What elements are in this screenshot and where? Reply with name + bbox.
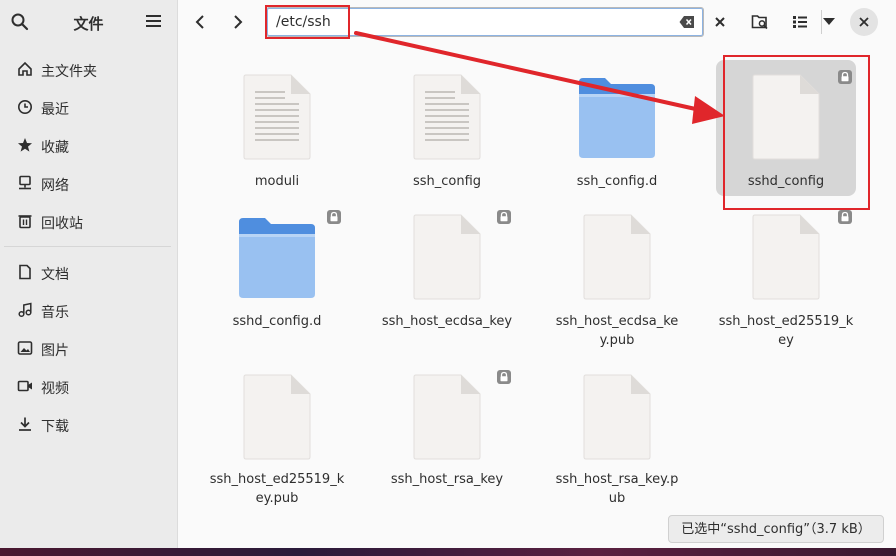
star-icon [17, 137, 33, 153]
file-name: moduli [254, 174, 300, 189]
clock-icon [17, 99, 33, 115]
file-name: ssh_host_ed25519_key [718, 314, 854, 348]
file-icon [583, 214, 651, 300]
file-name: sshd_config.d [232, 314, 322, 329]
sidebar-item-pictures[interactable]: 图片 [0, 330, 176, 366]
lock-icon [497, 210, 511, 224]
desktop-background [0, 548, 896, 556]
file-manager-window: 文件 主文件夹 最近 收藏 网络 回收站 文档 音乐 图片 视频 下载 /etc… [0, 0, 896, 550]
file-item[interactable]: ssh_host_ed25519_key [719, 204, 853, 348]
window-close-button[interactable] [850, 8, 878, 36]
sidebar-item-music[interactable]: 音乐 [0, 292, 176, 328]
sidebar-item-starred[interactable]: 收藏 [0, 127, 176, 163]
location-text[interactable]: /etc/ssh [276, 14, 331, 30]
selection-status: 已选中“sshd_config”（3.7 kB） [668, 515, 884, 543]
sidebar-item-label: 下载 [41, 419, 69, 435]
document-icon [17, 264, 33, 280]
download-icon [17, 416, 33, 432]
hamburger-menu-icon[interactable] [145, 13, 163, 29]
file-name: ssh_host_rsa_key [390, 472, 504, 487]
view-options-button[interactable] [815, 8, 843, 36]
view-list-button[interactable] [786, 8, 814, 36]
sidebar-item-label: 主文件夹 [41, 64, 97, 80]
sidebar-header: 文件 [0, 0, 177, 44]
folder-search-icon [751, 15, 768, 30]
clear-text-icon[interactable] [679, 15, 695, 29]
triangle-down-icon [823, 18, 835, 25]
sidebar-item-label: 图片 [41, 343, 69, 359]
trash-icon [17, 213, 33, 229]
search-in-folder-button[interactable] [746, 8, 774, 36]
folder-item[interactable]: sshd_config.d [215, 204, 341, 344]
location-entry[interactable]: /etc/ssh [266, 7, 704, 37]
sidebar-item-downloads[interactable]: 下载 [0, 406, 176, 442]
close-icon [715, 17, 725, 27]
picture-icon [17, 340, 33, 356]
text-file-icon [413, 74, 481, 160]
file-icon [752, 214, 820, 300]
file-grid: moduli ssh_config ssh_config.d sshd_conf… [178, 44, 896, 550]
file-name: sshd_config [747, 174, 825, 189]
file-icon [243, 374, 311, 460]
header-bar: /etc/ssh [178, 0, 896, 44]
music-icon [17, 302, 33, 318]
file-name: ssh_host_rsa_key.pub [555, 472, 679, 506]
back-button[interactable] [186, 8, 214, 36]
file-item[interactable]: ssh_host_rsa_key [385, 364, 511, 504]
lock-icon [497, 370, 511, 384]
file-item[interactable]: moduli [215, 64, 339, 204]
sidebar-item-label: 音乐 [41, 305, 69, 321]
chevron-right-icon [234, 15, 243, 29]
sidebar-item-home[interactable]: 主文件夹 [0, 51, 176, 87]
file-icon [583, 374, 651, 460]
file-name: ssh_host_ecdsa_key [381, 314, 513, 329]
file-item-selected[interactable]: sshd_config [716, 60, 856, 196]
close-location-button[interactable] [706, 8, 734, 36]
file-name: ssh_config [412, 174, 482, 189]
sidebar-item-network[interactable]: 网络 [0, 165, 176, 201]
sidebar-item-label: 网络 [41, 178, 69, 194]
list-view-icon [793, 16, 807, 28]
sidebar-item-videos[interactable]: 视频 [0, 368, 176, 404]
folder-icon [579, 78, 655, 158]
video-icon [17, 378, 33, 394]
file-name: ssh_config.d [576, 174, 658, 189]
lock-icon [327, 210, 341, 224]
sidebar-item-documents[interactable]: 文档 [0, 254, 176, 290]
sidebar-item-label: 回收站 [41, 216, 83, 232]
sidebar-divider [4, 246, 171, 247]
folder-item[interactable]: ssh_config.d [555, 64, 679, 204]
file-item[interactable]: ssh_host_ed25519_key.pub [210, 364, 344, 506]
file-name: ssh_host_ed25519_key.pub [209, 472, 345, 506]
sidebar-item-recent[interactable]: 最近 [0, 89, 176, 125]
file-icon [752, 74, 820, 160]
file-item[interactable]: ssh_host_ecdsa_key.pub [555, 204, 679, 348]
forward-button[interactable] [224, 8, 252, 36]
file-icon [413, 374, 481, 460]
file-item[interactable]: ssh_host_rsa_key.pub [555, 364, 679, 506]
sidebar-item-label: 最近 [41, 102, 69, 118]
sidebar-item-label: 收藏 [41, 140, 69, 156]
home-icon [17, 61, 33, 77]
chevron-left-icon [195, 15, 204, 29]
text-file-icon [243, 74, 311, 160]
close-icon [859, 17, 869, 27]
sidebar-item-trash[interactable]: 回收站 [0, 203, 176, 239]
file-item[interactable]: ssh_host_ecdsa_key [382, 204, 512, 344]
sidebar-item-label: 文档 [41, 267, 69, 283]
lock-icon [838, 70, 852, 84]
file-item[interactable]: ssh_config [385, 64, 509, 204]
sidebar: 文件 主文件夹 最近 收藏 网络 回收站 文档 音乐 图片 视频 下载 [0, 0, 178, 550]
folder-icon [239, 218, 315, 298]
lock-icon [838, 210, 852, 224]
network-icon [17, 175, 33, 191]
sidebar-item-label: 视频 [41, 381, 69, 397]
file-name: ssh_host_ecdsa_key.pub [555, 314, 679, 348]
file-icon [413, 214, 481, 300]
